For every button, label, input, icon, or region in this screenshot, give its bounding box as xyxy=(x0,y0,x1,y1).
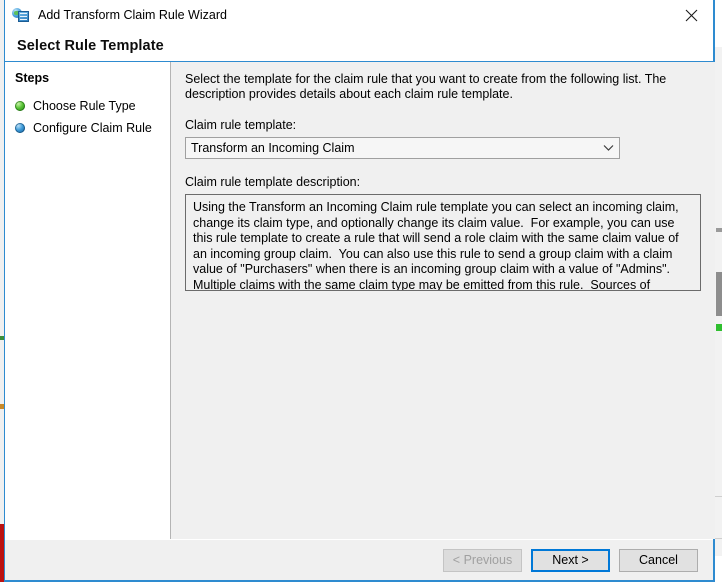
background-scrollbar-thumb xyxy=(716,272,722,316)
sidebar-item-label: Configure Claim Rule xyxy=(33,121,152,135)
wizard-body: Steps Choose Rule Type Configure Claim R… xyxy=(5,62,715,539)
step-complete-icon xyxy=(15,101,25,111)
intro-text: Select the template for the claim rule t… xyxy=(185,72,667,101)
adfs-claim-rule-icon xyxy=(12,6,30,24)
close-icon[interactable] xyxy=(669,0,713,30)
window-title: Add Transform Claim Rule Wizard xyxy=(38,8,227,22)
description-text: Using the Transform an Incoming Claim ru… xyxy=(193,200,679,291)
content-pane: Select the template for the claim rule t… xyxy=(171,62,715,539)
wizard-dialog: Add Transform Claim Rule Wizard Select R… xyxy=(4,0,715,582)
background-right-green-marker xyxy=(716,324,722,331)
next-button[interactable]: Next > xyxy=(531,548,610,572)
background-right-divider xyxy=(715,538,722,539)
previous-button[interactable]: < Previous xyxy=(443,548,522,572)
background-scrollbar-arrow xyxy=(716,228,722,232)
chevron-down-icon xyxy=(597,144,619,152)
claim-rule-template-select[interactable]: Transform an Incoming Claim xyxy=(185,137,620,159)
step-current-icon xyxy=(15,123,25,133)
background-right-divider xyxy=(715,496,722,497)
template-label: Claim rule template: xyxy=(185,118,297,132)
title-bar: Add Transform Claim Rule Wizard xyxy=(5,0,713,30)
sidebar-item-choose-rule-type[interactable]: Choose Rule Type xyxy=(5,95,170,117)
background-right-top-area xyxy=(715,0,722,47)
background-right-bottom-area xyxy=(715,556,722,582)
wizard-footer: < Previous Next > Cancel xyxy=(5,539,713,580)
page-title: Select Rule Template xyxy=(17,37,164,54)
page-header: Select Rule Template xyxy=(5,30,713,61)
claim-rule-template-description: Using the Transform an Incoming Claim ru… xyxy=(185,194,701,291)
sidebar-item-configure-claim-rule[interactable]: Configure Claim Rule xyxy=(5,117,170,139)
claim-rule-template-value: Transform an Incoming Claim xyxy=(191,141,355,155)
steps-heading: Steps xyxy=(15,71,50,85)
description-label: Claim rule template description: xyxy=(185,175,361,189)
cancel-button[interactable]: Cancel xyxy=(619,548,698,572)
sidebar-item-label: Choose Rule Type xyxy=(33,99,136,113)
steps-sidebar: Steps Choose Rule Type Configure Claim R… xyxy=(5,62,171,539)
